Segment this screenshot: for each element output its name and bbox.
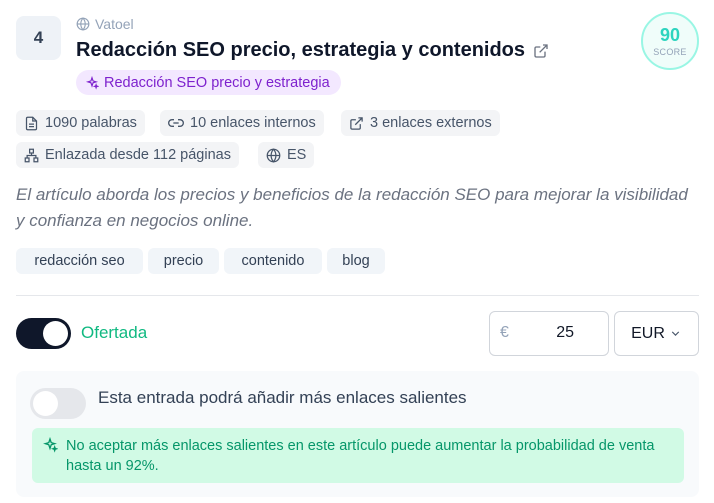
rank-number: 4	[33, 28, 44, 47]
tag-chip[interactable]: blog	[327, 248, 385, 274]
internal-links: 10 enlaces internos	[190, 115, 316, 131]
toggle-knob	[33, 391, 58, 416]
keyword-pill: Redacción SEO precio y estrategia	[76, 70, 341, 95]
outbound-links-toggle[interactable]	[30, 388, 86, 419]
sparkles-icon	[42, 437, 58, 453]
word-count-chip: 1090 palabras	[16, 110, 145, 136]
globe-icon	[266, 147, 281, 163]
tag-chip[interactable]: precio	[148, 248, 219, 274]
external-links-chip: 3 enlaces externos	[341, 110, 500, 136]
external-links: 3 enlaces externos	[370, 115, 492, 131]
toggle-knob	[43, 321, 68, 346]
external-link-icon[interactable]	[533, 43, 549, 59]
currency-value: EUR	[631, 324, 665, 342]
keyword-text: Redacción SEO precio y estrategia	[104, 74, 330, 91]
document-icon	[24, 116, 39, 131]
linked-from-chip: Enlazada desde 112 páginas	[16, 142, 239, 168]
outbound-links-label: Esta entrada podrá añadir más enlaces sa…	[98, 388, 467, 407]
offered-toggle[interactable]	[16, 318, 71, 349]
rank-badge: 4	[16, 16, 61, 60]
external-link-icon	[349, 116, 364, 131]
link-icon	[168, 115, 184, 131]
sitemap-icon	[24, 148, 39, 163]
language: ES	[287, 147, 307, 163]
sparkles-icon	[85, 75, 99, 90]
price-input[interactable]: € 25	[489, 311, 609, 356]
article-title[interactable]: Redacción SEO precio, estrategia y conte…	[76, 39, 549, 62]
currency-select[interactable]: EUR	[614, 311, 699, 356]
globe-icon	[76, 17, 90, 31]
site-label: Vatoel	[95, 16, 134, 32]
tag-chip[interactable]: contenido	[224, 248, 322, 274]
internal-links-chip: 10 enlaces internos	[160, 110, 324, 136]
currency-symbol: €	[500, 324, 509, 341]
score-badge: 90 SCORE	[641, 12, 699, 70]
linked-from: Enlazada desde 112 páginas	[45, 147, 231, 163]
score-value: 90	[659, 24, 681, 45]
info-text: No aceptar más enlaces salientes en este…	[66, 438, 655, 474]
site-name: Vatoel	[76, 16, 134, 32]
article-description: El artículo aborda los precios y benefic…	[16, 185, 688, 230]
offered-label: Ofertada	[81, 323, 148, 342]
tag-chip[interactable]: redacción seo	[16, 248, 143, 274]
word-count: 1090 palabras	[45, 115, 137, 131]
score-label: SCORE	[653, 46, 687, 57]
article-title-text[interactable]: Redacción SEO precio, estrategia y conte…	[76, 39, 525, 62]
chevron-down-icon	[669, 327, 682, 340]
language-chip: ES	[258, 142, 315, 168]
price-value[interactable]: 25	[556, 324, 574, 342]
info-alert: No aceptar más enlaces salientes en este…	[32, 428, 684, 483]
divider	[16, 295, 699, 296]
